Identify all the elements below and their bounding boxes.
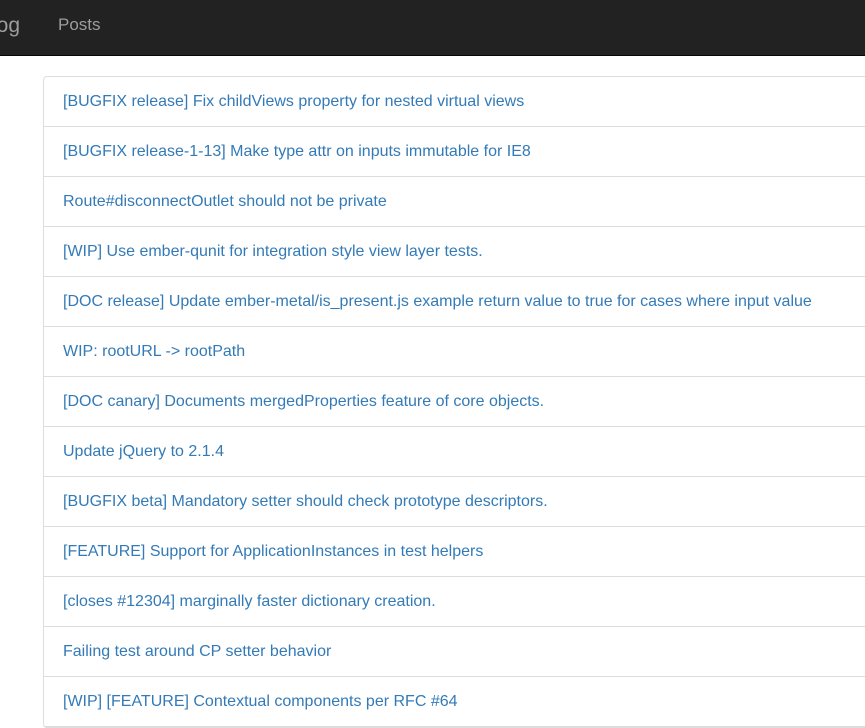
- list-item: [closes #12304] marginally faster dictio…: [44, 577, 865, 627]
- post-link[interactable]: WIP: rootURL -> rootPath: [63, 342, 245, 362]
- post-link[interactable]: Failing test around CP setter behavior: [63, 642, 331, 662]
- list-item: [FEATURE] Support for ApplicationInstanc…: [44, 527, 865, 577]
- post-link[interactable]: [DOC canary] Documents mergedProperties …: [63, 392, 544, 412]
- list-item: [WIP] [FEATURE] Contextual components pe…: [44, 677, 865, 727]
- post-link[interactable]: [WIP] Use ember-qunit for integration st…: [63, 242, 483, 262]
- post-link[interactable]: [FEATURE] Support for ApplicationInstanc…: [63, 542, 483, 562]
- post-link[interactable]: Update jQuery to 2.1.4: [63, 442, 224, 462]
- top-navbar: Blog Posts: [0, 0, 865, 56]
- post-link[interactable]: [WIP] [FEATURE] Contextual components pe…: [63, 692, 458, 712]
- list-item: Update jQuery to 2.1.4: [44, 427, 865, 477]
- post-link[interactable]: Route#disconnectOutlet should not be pri…: [63, 192, 387, 212]
- posts-list: [BUGFIX release] Fix childViews property…: [43, 76, 865, 728]
- list-item: [BUGFIX beta] Mandatory setter should ch…: [44, 477, 865, 527]
- list-item: WIP: rootURL -> rootPath: [44, 327, 865, 377]
- list-item: [BUGFIX release] Fix childViews property…: [44, 77, 865, 127]
- navbar-brand[interactable]: Blog: [0, 13, 20, 39]
- nav-link-posts[interactable]: Posts: [58, 15, 101, 35]
- post-link[interactable]: [BUGFIX release-1-13] Make type attr on …: [63, 142, 531, 162]
- list-item: Route#disconnectOutlet should not be pri…: [44, 177, 865, 227]
- post-link[interactable]: [DOC release] Update ember-metal/is_pres…: [63, 292, 812, 312]
- list-item: [DOC release] Update ember-metal/is_pres…: [44, 277, 865, 327]
- list-item: [BUGFIX release-1-13] Make type attr on …: [44, 127, 865, 177]
- list-item: [DOC canary] Documents mergedProperties …: [44, 377, 865, 427]
- list-item: Failing test around CP setter behavior: [44, 627, 865, 677]
- list-item: [WIP] Use ember-qunit for integration st…: [44, 227, 865, 277]
- post-link[interactable]: [closes #12304] marginally faster dictio…: [63, 592, 436, 612]
- post-link[interactable]: [BUGFIX beta] Mandatory setter should ch…: [63, 492, 548, 512]
- post-link[interactable]: [BUGFIX release] Fix childViews property…: [63, 92, 524, 112]
